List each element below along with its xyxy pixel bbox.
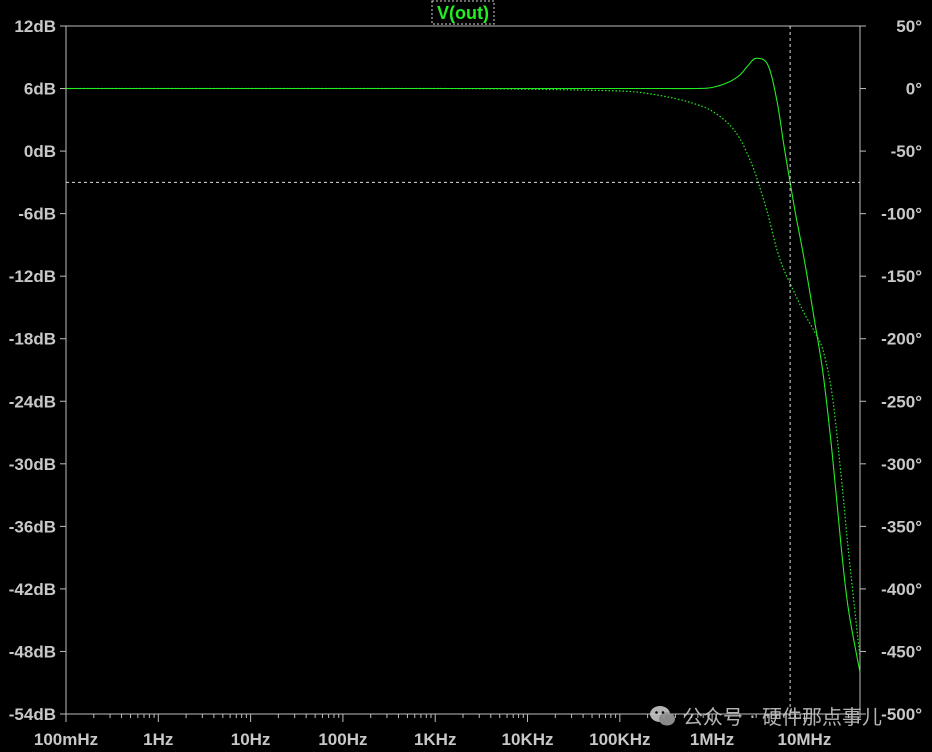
y-left-tick-label: -30dB (9, 455, 56, 474)
y-right-tick-label: 50° (896, 17, 922, 36)
y-right-tick-label: -350° (881, 517, 922, 536)
y-right-tick-label: -400° (881, 580, 922, 599)
bode-plot: 12dB 6dB 0dB -6dB -12dB -18dB -24dB -30dB -36dB -… (9, 0, 922, 749)
x-tick-label: 10KHz (502, 730, 554, 749)
y-left-tick-label: -48dB (9, 642, 56, 661)
trace-title-box[interactable]: V(out) (431, 0, 495, 25)
plot-frame (65, 25, 861, 715)
y-left-tick-label: 0dB (24, 142, 56, 161)
y-right-tick-label: -300° (881, 455, 922, 474)
y-right-tick-label: -100° (881, 205, 922, 224)
x-tick-label: 100KHz (589, 730, 650, 749)
x-tick-label: 10Hz (231, 730, 271, 749)
x-tick-label: 10MHz (777, 730, 831, 749)
y-right-tick-label: -50° (891, 142, 923, 161)
y-left-tick-label: -6dB (18, 205, 56, 224)
y-right-tick-label: -500° (881, 705, 922, 724)
x-tick-label: 1MHz (690, 730, 734, 749)
wechat-icon (649, 705, 675, 725)
y-axis-left-labels: 12dB 6dB 0dB -6dB -12dB -18dB -24dB -30dB -36dB -… (9, 17, 56, 724)
y-left-tick-label: 6dB (24, 80, 56, 99)
y-left-tick-label: -36dB (9, 517, 56, 536)
y-right-tick-label: -200° (881, 330, 922, 349)
trace-title[interactable]: V(out) (437, 3, 489, 23)
y-right-tick-label: -450° (881, 642, 922, 661)
y-right-tick-label: 0° (906, 80, 922, 99)
x-tick-label: 100mHz (34, 730, 98, 749)
y-left-tick-label: -12dB (9, 267, 56, 286)
y-right-tick-label: -150° (881, 267, 922, 286)
watermark-text: 公众号 · 硬件那点事儿 (682, 705, 882, 729)
x-axis-labels: 100mHz 1Hz 10Hz 100Hz 1KHz 10KHz 100KHz 1MHz 10M… (34, 730, 831, 749)
y-axis-right-labels: 50° 0° -50° -100° -150° -200° -250° -300° -350° -… (881, 17, 922, 724)
x-tick-label: 1KHz (414, 730, 457, 749)
x-tick-label: 100Hz (318, 730, 367, 749)
watermark: 公众号 · 硬件那点事儿 (649, 701, 882, 730)
y-left-tick-label: -24dB (9, 392, 56, 411)
y-left-tick-label: 12dB (14, 17, 56, 36)
y-left-tick-label: -18dB (9, 330, 56, 349)
y-left-tick-label: -54dB (9, 705, 56, 724)
y-right-tick-label: -250° (881, 392, 922, 411)
x-tick-label: 1Hz (143, 730, 173, 749)
y-left-tick-label: -42dB (9, 580, 56, 599)
